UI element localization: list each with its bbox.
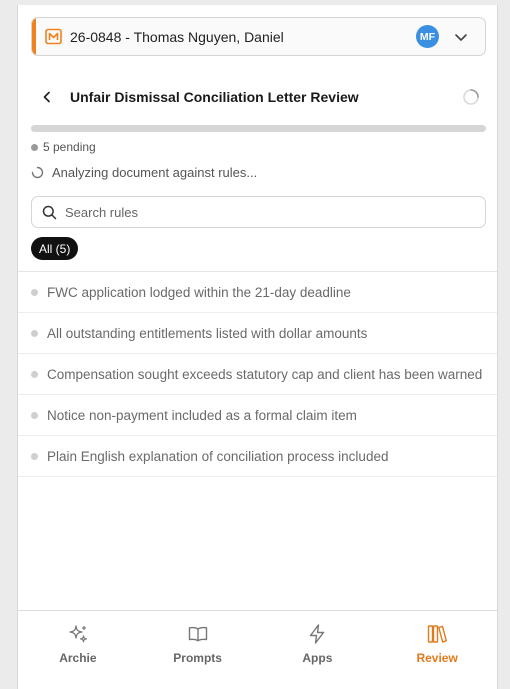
nav-label: Review <box>416 651 458 665</box>
loading-spinner-icon <box>463 89 479 105</box>
rule-status-dot <box>31 411 38 419</box>
list-item[interactable]: FWC application lodged within the 21-day… <box>18 272 497 313</box>
matter-selector[interactable]: 26-0848 - Thomas Nguyen, Daniel MF <box>31 17 486 56</box>
rule-text: Plain English explanation of conciliatio… <box>47 448 389 464</box>
rules-list: FWC application lodged within the 21-day… <box>18 272 497 477</box>
loading-spinner-icon <box>31 166 44 178</box>
matter-accent-bar <box>32 18 36 55</box>
list-item[interactable]: Plain English explanation of conciliatio… <box>18 436 497 477</box>
sparkles-icon <box>69 625 87 643</box>
matter-icon <box>45 28 62 45</box>
list-item[interactable]: All outstanding entitlements listed with… <box>18 313 497 354</box>
bottom-nav: Archie Prompts Apps Review <box>18 610 497 689</box>
matter-label: 26-0848 - Thomas Nguyen, Daniel <box>70 28 284 45</box>
rule-text: Notice non-payment included as a formal … <box>47 407 357 423</box>
pending-status: 5 pending <box>31 139 96 155</box>
library-icon <box>427 625 448 643</box>
list-item[interactable]: Notice non-payment included as a formal … <box>18 395 497 436</box>
sidebar-panel: 26-0848 - Thomas Nguyen, Daniel MF Unfai… <box>17 5 498 689</box>
chevron-left-icon <box>43 91 50 103</box>
rule-status-dot <box>31 288 38 296</box>
lightning-icon <box>310 624 325 644</box>
analysis-status-text: Analyzing document against rules... <box>52 164 258 180</box>
pending-count: 5 pending <box>43 140 96 154</box>
nav-label: Prompts <box>173 651 222 665</box>
nav-item-apps[interactable]: Apps <box>258 611 378 689</box>
book-open-icon <box>188 626 207 642</box>
nav-label: Archie <box>59 651 97 665</box>
analysis-status: Analyzing document against rules... <box>31 163 257 181</box>
rule-status-dot <box>31 370 38 378</box>
search-input[interactable] <box>65 204 465 220</box>
nav-item-prompts[interactable]: Prompts <box>138 611 258 689</box>
rule-status-dot <box>31 452 38 460</box>
rule-text: Compensation sought exceeds statutory ca… <box>47 366 483 382</box>
rule-text: FWC application lodged within the 21-day… <box>47 284 351 300</box>
nav-label: Apps <box>302 651 333 665</box>
filter-chip-all[interactable]: All (5) <box>31 237 79 260</box>
back-button[interactable] <box>33 83 61 111</box>
list-item[interactable]: Compensation sought exceeds statutory ca… <box>18 354 497 395</box>
nav-item-archie[interactable]: Archie <box>18 611 138 689</box>
search-box[interactable] <box>31 196 486 228</box>
review-progress-bar <box>31 125 486 132</box>
rule-text: All outstanding entitlements listed with… <box>47 325 368 341</box>
chevron-down-icon[interactable] <box>453 29 469 45</box>
search-icon <box>42 205 57 219</box>
avatar[interactable]: MF <box>416 25 439 48</box>
rule-status-dot <box>31 329 38 337</box>
review-header: Unfair Dismissal Conciliation Letter Rev… <box>31 83 486 111</box>
nav-item-review[interactable]: Review <box>377 611 497 689</box>
pending-dot <box>31 143 38 151</box>
page-title: Unfair Dismissal Conciliation Letter Rev… <box>70 89 359 105</box>
